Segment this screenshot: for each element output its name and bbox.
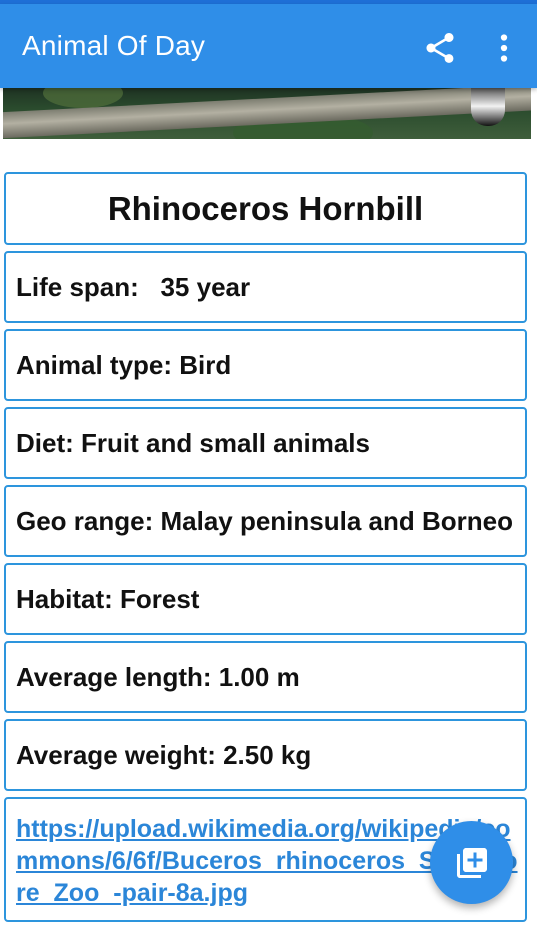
habitat-card: Habitat: Forest bbox=[4, 563, 527, 635]
more-vert-icon[interactable] bbox=[490, 30, 518, 66]
average-weight-text: Average weight: 2.50 kg bbox=[16, 739, 312, 770]
average-length-card: Average length: 1.00 m bbox=[4, 641, 527, 713]
diet-text: Diet: Fruit and small animals bbox=[16, 427, 370, 458]
app-bar: Animal Of Day bbox=[0, 4, 537, 88]
animal-type-card: Animal type: Bird bbox=[4, 329, 527, 401]
geo-range-text: Geo range: Malay peninsula and Borneo bbox=[16, 505, 513, 536]
animal-photo bbox=[3, 88, 531, 139]
habitat-text: Habitat: Forest bbox=[16, 583, 200, 614]
animal-name: Rhinoceros Hornbill bbox=[107, 189, 424, 227]
photo-foliage bbox=[43, 88, 123, 108]
geo-range-card: Geo range: Malay peninsula and Borneo bbox=[4, 485, 527, 557]
animal-type-text: Animal type: Bird bbox=[16, 349, 232, 380]
animal-name-card: Rhinoceros Hornbill bbox=[4, 172, 527, 245]
life-span-card: Life span: 35 year bbox=[4, 251, 527, 323]
add-to-library-button[interactable] bbox=[430, 821, 513, 904]
diet-card: Diet: Fruit and small animals bbox=[4, 407, 527, 479]
average-length-text: Average length: 1.00 m bbox=[16, 661, 300, 692]
share-icon[interactable] bbox=[422, 30, 458, 66]
photo-bird-tail bbox=[471, 88, 505, 126]
add-to-library-icon bbox=[456, 847, 487, 878]
life-span-text: Life span: 35 year bbox=[16, 271, 251, 302]
average-weight-card: Average weight: 2.50 kg bbox=[4, 719, 527, 791]
app-title: Animal Of Day bbox=[22, 30, 206, 61]
